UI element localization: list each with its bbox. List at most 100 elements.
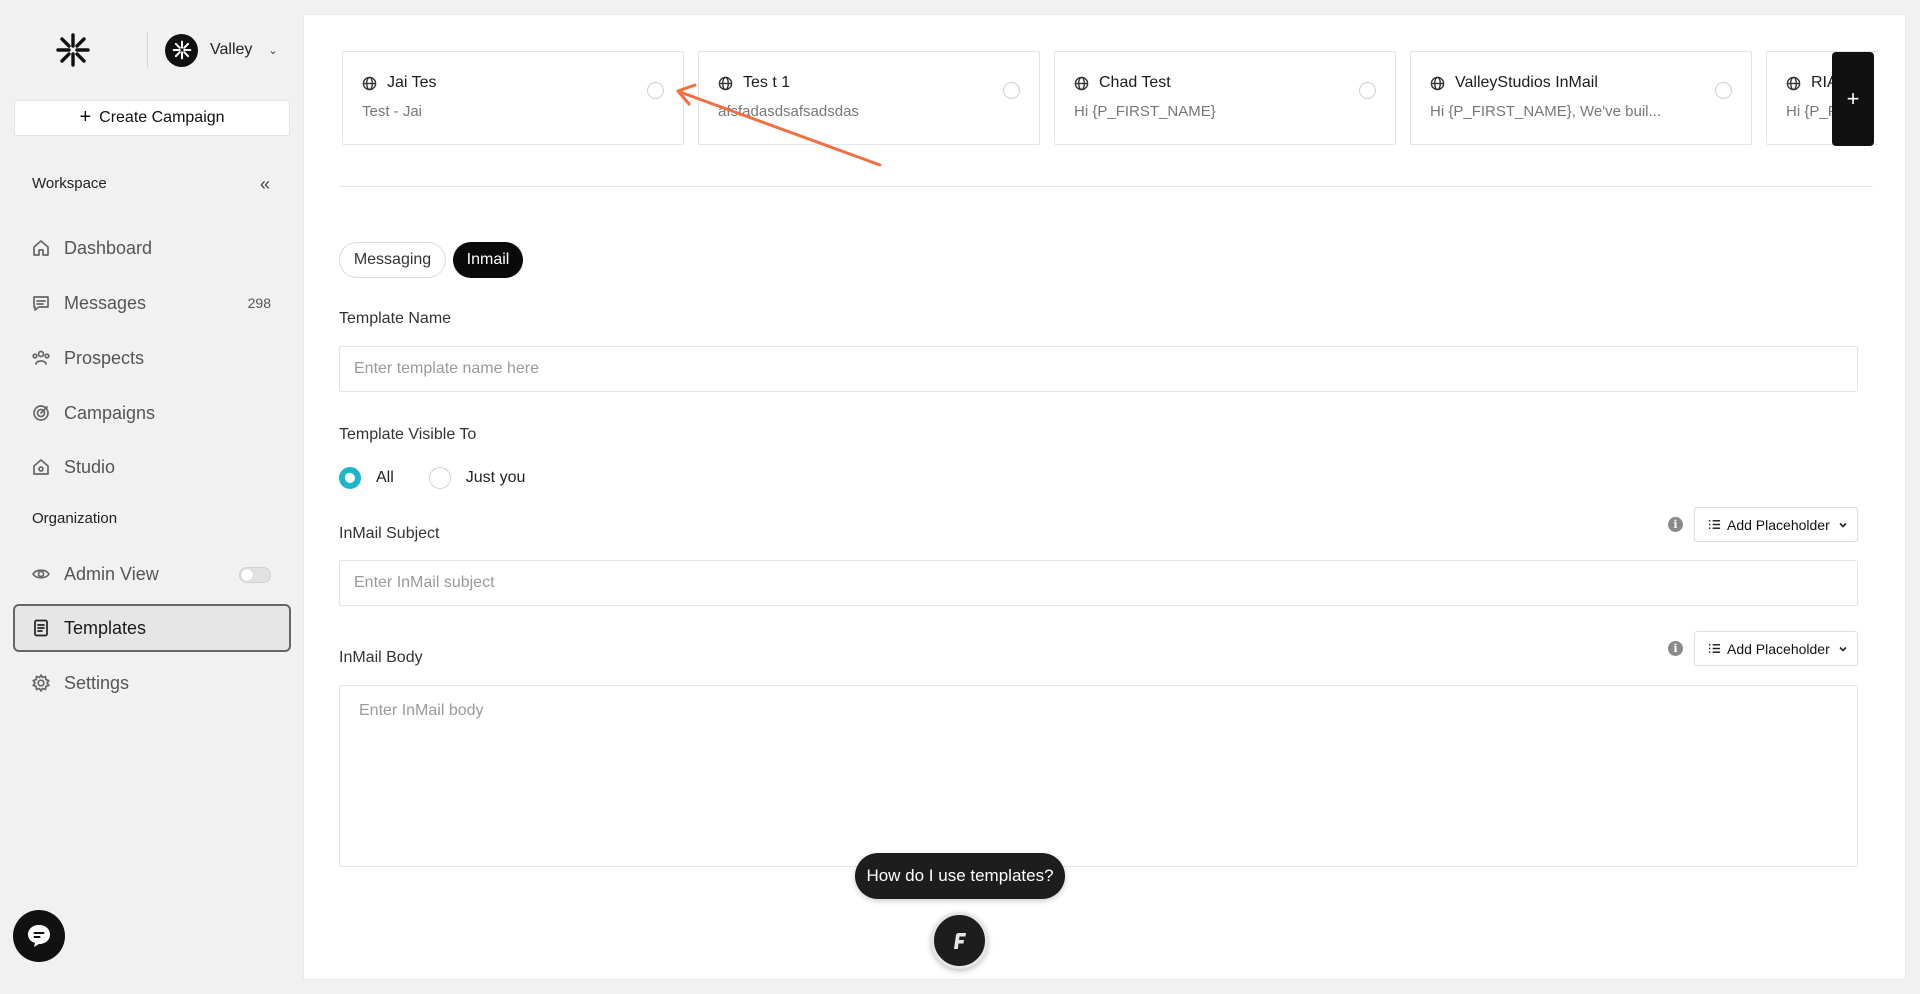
chat-icon — [28, 925, 50, 947]
list-icon — [1708, 644, 1721, 653]
template-name: Jai Tes — [387, 74, 437, 91]
add-placeholder-label: Add Placeholder — [1727, 640, 1830, 657]
collapse-sidebar-icon[interactable]: « — [260, 174, 270, 195]
assistant-logo-icon — [953, 932, 966, 949]
template-card-list: Jai Tes Test - Jai Tes t 1 afsfadasdsafs… — [342, 51, 1878, 145]
sidebar-item-label: Templates — [64, 617, 147, 638]
inmail-body-label: InMail Body — [339, 649, 423, 666]
sidebar-item-label: Prospects — [64, 347, 145, 368]
template-card[interactable]: ValleyStudios InMail Hi {P_FIRST_NAME}, … — [1410, 51, 1752, 145]
template-card[interactable]: Chad Test Hi {P_FIRST_NAME} — [1054, 51, 1396, 145]
gear-icon — [32, 674, 50, 692]
sidebar: Valley ⌄ + Create Campaign Workspace « D… — [0, 0, 303, 994]
help-prompt-button[interactable]: How do I use templates? — [855, 853, 1065, 899]
inmail-body-textarea[interactable] — [339, 685, 1858, 867]
sidebar-item-templates[interactable]: Templates — [13, 604, 291, 652]
template-preview: Hi {P_FIRST_NAME}, We've buil... — [1430, 103, 1661, 120]
sidebar-item-label: Campaigns — [64, 402, 156, 423]
globe-icon — [362, 76, 377, 90]
workspace-switcher[interactable]: Valley ⌄ — [165, 33, 278, 67]
sidebar-item-admin-view[interactable]: Admin View — [13, 550, 291, 598]
template-card-title: RIA — [1786, 74, 1838, 92]
home-icon — [33, 240, 49, 256]
studio-icon — [33, 459, 49, 475]
sidebar-item-label: Admin View — [64, 563, 159, 584]
sidebar-item-label: Settings — [64, 672, 130, 693]
body-add-placeholder-button[interactable]: Add Placeholder — [1694, 631, 1858, 666]
workspace-name: Valley — [210, 41, 253, 58]
inmail-subject-label: InMail Subject — [339, 525, 440, 542]
template-name: Chad Test — [1099, 74, 1171, 91]
sidebar-item-label: Dashboard — [64, 237, 153, 258]
organization-section-label: Organization — [32, 510, 118, 527]
globe-icon — [718, 76, 733, 90]
valley-logo-icon — [172, 40, 191, 60]
template-card[interactable]: Tes t 1 afsfadasdsafsadsdas — [698, 51, 1040, 145]
sidebar-item-dashboard[interactable]: Dashboard — [13, 224, 291, 272]
users-icon — [32, 350, 50, 365]
info-icon[interactable]: i — [1668, 641, 1683, 656]
chevron-down-icon: ⌄ — [268, 44, 278, 57]
eye-icon — [32, 569, 50, 579]
template-preview: Hi {P_F — [1786, 103, 1837, 120]
message-icon — [33, 296, 49, 311]
template-card-title: Chad Test — [1074, 74, 1171, 92]
template-select-radio[interactable] — [1003, 82, 1020, 99]
create-campaign-label: Create Campaign — [99, 109, 225, 126]
globe-icon — [1786, 76, 1801, 90]
visibility-just-you-radio[interactable] — [428, 467, 451, 489]
sidebar-item-label: Studio — [64, 456, 116, 477]
sidebar-item-messages[interactable]: Messages 298 — [13, 279, 291, 327]
template-preview: afsfadasdsafsadsdas — [718, 103, 859, 120]
workspace-section-label: Workspace — [32, 175, 107, 192]
sidebar-item-settings[interactable]: Settings — [13, 659, 291, 707]
template-name: Tes t 1 — [743, 74, 791, 91]
template-name-label: Template Name — [339, 310, 452, 327]
support-chat-button[interactable] — [13, 910, 65, 962]
help-assistant-button[interactable] — [931, 912, 988, 969]
valley-logo-icon[interactable] — [55, 32, 91, 68]
divider — [147, 32, 148, 68]
target-icon — [33, 405, 49, 421]
template-preview: Hi {P_FIRST_NAME} — [1074, 103, 1216, 120]
template-card-title: ValleyStudios InMail — [1430, 74, 1598, 92]
add-placeholder-label: Add Placeholder — [1727, 516, 1830, 533]
template-select-radio[interactable] — [1715, 82, 1732, 99]
globe-icon — [1074, 76, 1089, 90]
chevron-down-icon — [1839, 646, 1847, 652]
messages-count-badge: 298 — [247, 295, 271, 311]
document-icon — [34, 619, 48, 637]
chevron-down-icon — [1839, 522, 1847, 528]
tab-inmail[interactable]: Inmail — [453, 242, 523, 278]
template-card-title: Tes t 1 — [718, 74, 790, 92]
visibility-label: Template Visible To — [339, 426, 477, 443]
create-campaign-button[interactable]: + Create Campaign — [14, 100, 290, 136]
visibility-radio-group: All Just you — [339, 467, 525, 489]
template-select-radio[interactable] — [647, 82, 664, 99]
workspace-avatar — [165, 33, 198, 67]
template-card-title: Jai Tes — [362, 74, 437, 92]
list-icon — [1708, 520, 1721, 529]
sidebar-item-prospects[interactable]: Prospects — [13, 334, 291, 382]
sidebar-item-studio[interactable]: Studio — [13, 443, 291, 491]
template-card[interactable]: Jai Tes Test - Jai — [342, 51, 684, 145]
template-name: ValleyStudios InMail — [1455, 74, 1598, 91]
subject-add-placeholder-button[interactable]: Add Placeholder — [1694, 507, 1858, 542]
template-select-radio[interactable] — [1359, 82, 1376, 99]
inmail-subject-input[interactable] — [339, 560, 1858, 606]
info-icon[interactable]: i — [1668, 517, 1683, 532]
template-name-input[interactable] — [339, 346, 1858, 392]
admin-view-toggle[interactable] — [239, 567, 271, 583]
sidebar-item-label: Messages — [64, 292, 147, 313]
template-preview: Test - Jai — [362, 103, 423, 120]
visibility-all-label[interactable]: All — [376, 469, 394, 487]
tab-messaging[interactable]: Messaging — [339, 242, 446, 278]
plus-icon: + — [79, 106, 92, 128]
add-template-button[interactable]: + — [1832, 52, 1874, 146]
main-panel: Jai Tes Test - Jai Tes t 1 afsfadasdsafs… — [303, 14, 1906, 980]
divider — [339, 186, 1873, 187]
globe-icon — [1430, 76, 1445, 90]
visibility-all-radio[interactable] — [339, 467, 361, 489]
sidebar-item-campaigns[interactable]: Campaigns — [13, 389, 291, 437]
visibility-just-you-label[interactable]: Just you — [466, 469, 526, 487]
